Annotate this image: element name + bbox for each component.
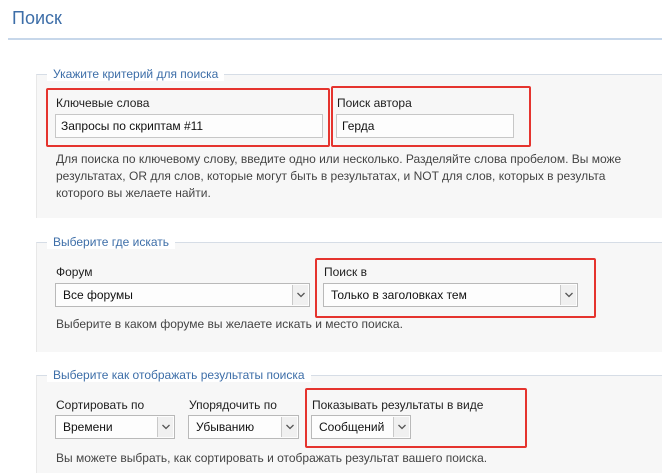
show-select[interactable]: Сообщений <box>311 415 411 439</box>
keywords-label: Ключевые слова <box>56 96 150 110</box>
display-hint: Вы можете выбрать, как сортировать и ото… <box>56 451 488 465</box>
search-in-select[interactable]: Только в заголовках тем <box>323 283 578 307</box>
where-legend: Выберите где искать <box>47 235 176 249</box>
search-in-select-arrow[interactable] <box>560 285 576 305</box>
chevron-down-icon <box>162 424 170 430</box>
show-label: Показывать результаты в виде <box>312 398 484 412</box>
author-label: Поиск автора <box>337 96 412 110</box>
sort-select-value: Времени <box>63 420 113 434</box>
order-label: Упорядочить по <box>189 398 277 412</box>
criteria-hint-line-3: которого вы желаете найти. <box>56 186 211 200</box>
where-hint: Выберите в каком форуме вы желаете искат… <box>56 317 403 331</box>
order-select-value: Убыванию <box>196 420 255 434</box>
keywords-input[interactable]: Запросы по скриптам #11 <box>55 114 323 138</box>
show-select-value: Сообщений <box>319 420 385 434</box>
order-select[interactable]: Убыванию <box>188 415 299 439</box>
sort-label: Сортировать по <box>56 398 145 412</box>
display-legend: Выберите как отображать результаты поиск… <box>47 368 311 382</box>
forum-select-value: Все форумы <box>63 288 133 302</box>
criteria-legend: Укажите критерий для поиска <box>47 67 225 81</box>
author-input[interactable]: Герда <box>336 114 514 138</box>
criteria-hint-line-2: результатах, OR для слов, которые могут … <box>56 169 606 183</box>
sort-select[interactable]: Времени <box>55 415 175 439</box>
chevron-down-icon <box>565 292 573 298</box>
forum-select[interactable]: Все форумы <box>55 283 310 307</box>
sort-select-arrow[interactable] <box>157 417 173 437</box>
order-select-arrow[interactable] <box>281 417 297 437</box>
chevron-down-icon <box>398 424 406 430</box>
criteria-hint-line-1: Для поиска по ключевому слову, введите о… <box>56 152 622 166</box>
forum-select-arrow[interactable] <box>292 285 308 305</box>
forum-label: Форум <box>56 265 93 279</box>
page-title: Поиск <box>12 8 62 28</box>
search-in-select-value: Только в заголовках тем <box>331 288 467 302</box>
chevron-down-icon <box>297 292 305 298</box>
chevron-down-icon <box>286 424 294 430</box>
search-page: Поиск Укажите критерий для поиска Ключев… <box>0 0 662 473</box>
show-select-arrow[interactable] <box>393 417 409 437</box>
search-in-label: Поиск в <box>324 265 367 279</box>
title-divider <box>8 38 662 40</box>
